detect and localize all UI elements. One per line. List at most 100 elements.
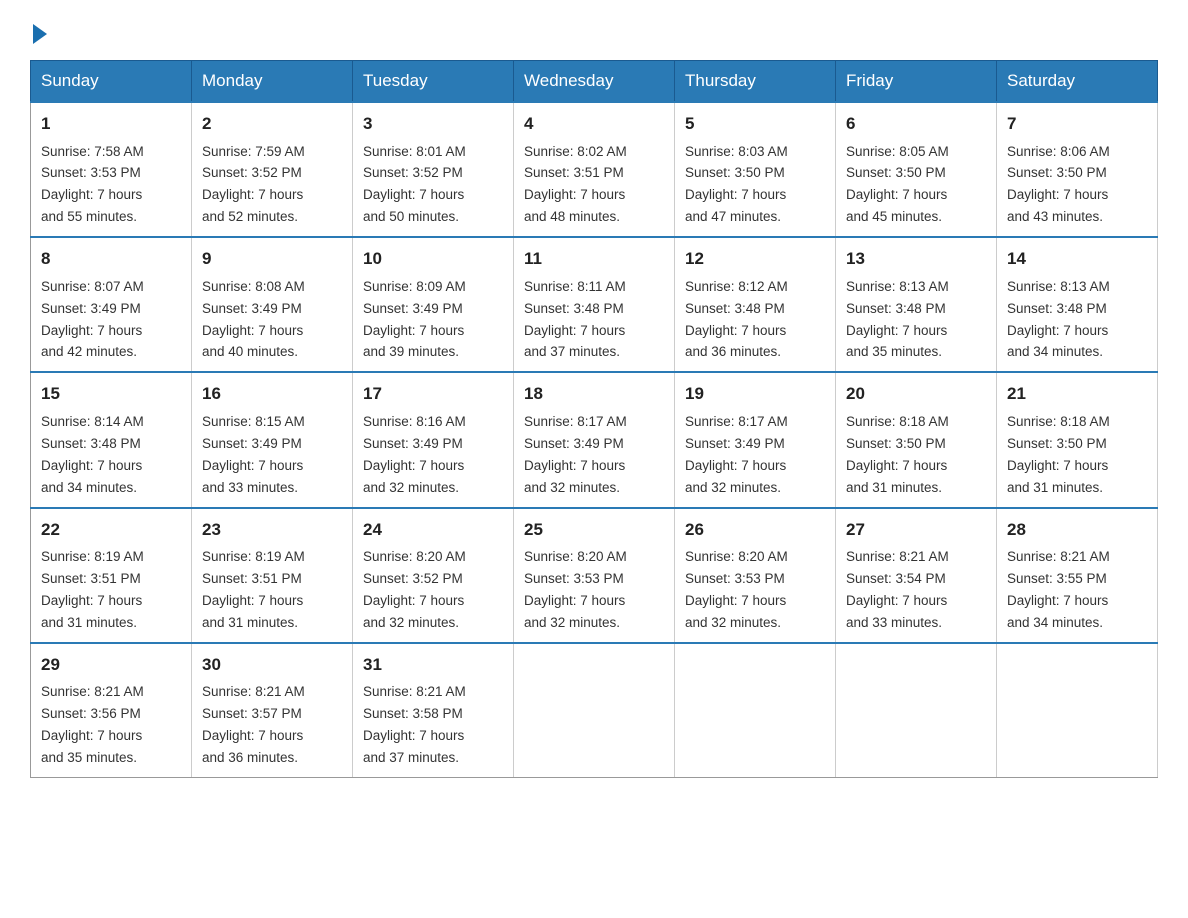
calendar-cell: 15 Sunrise: 8:14 AMSunset: 3:48 PMDaylig… xyxy=(31,372,192,507)
calendar-cell xyxy=(997,643,1158,778)
logo-arrow-icon xyxy=(33,24,47,44)
column-header-sunday: Sunday xyxy=(31,61,192,103)
day-info: Sunrise: 8:05 AMSunset: 3:50 PMDaylight:… xyxy=(846,144,949,225)
day-number: 20 xyxy=(846,381,986,407)
calendar-cell: 8 Sunrise: 8:07 AMSunset: 3:49 PMDayligh… xyxy=(31,237,192,372)
day-info: Sunrise: 8:19 AMSunset: 3:51 PMDaylight:… xyxy=(202,549,305,630)
calendar-table: SundayMondayTuesdayWednesdayThursdayFrid… xyxy=(30,60,1158,778)
calendar-cell: 26 Sunrise: 8:20 AMSunset: 3:53 PMDaylig… xyxy=(675,508,836,643)
day-info: Sunrise: 8:13 AMSunset: 3:48 PMDaylight:… xyxy=(846,279,949,360)
column-header-saturday: Saturday xyxy=(997,61,1158,103)
calendar-cell: 23 Sunrise: 8:19 AMSunset: 3:51 PMDaylig… xyxy=(192,508,353,643)
day-number: 14 xyxy=(1007,246,1147,272)
day-info: Sunrise: 8:20 AMSunset: 3:53 PMDaylight:… xyxy=(685,549,788,630)
day-number: 18 xyxy=(524,381,664,407)
calendar-cell: 30 Sunrise: 8:21 AMSunset: 3:57 PMDaylig… xyxy=(192,643,353,778)
day-info: Sunrise: 8:21 AMSunset: 3:56 PMDaylight:… xyxy=(41,684,144,765)
day-info: Sunrise: 7:59 AMSunset: 3:52 PMDaylight:… xyxy=(202,144,305,225)
day-info: Sunrise: 8:06 AMSunset: 3:50 PMDaylight:… xyxy=(1007,144,1110,225)
calendar-week-row: 29 Sunrise: 8:21 AMSunset: 3:56 PMDaylig… xyxy=(31,643,1158,778)
day-number: 21 xyxy=(1007,381,1147,407)
calendar-cell: 12 Sunrise: 8:12 AMSunset: 3:48 PMDaylig… xyxy=(675,237,836,372)
page-header xyxy=(30,20,1158,40)
calendar-cell: 2 Sunrise: 7:59 AMSunset: 3:52 PMDayligh… xyxy=(192,102,353,237)
day-info: Sunrise: 8:14 AMSunset: 3:48 PMDaylight:… xyxy=(41,414,144,495)
calendar-cell: 25 Sunrise: 8:20 AMSunset: 3:53 PMDaylig… xyxy=(514,508,675,643)
calendar-cell: 14 Sunrise: 8:13 AMSunset: 3:48 PMDaylig… xyxy=(997,237,1158,372)
day-info: Sunrise: 8:17 AMSunset: 3:49 PMDaylight:… xyxy=(524,414,627,495)
day-number: 8 xyxy=(41,246,181,272)
day-number: 29 xyxy=(41,652,181,678)
day-info: Sunrise: 8:21 AMSunset: 3:58 PMDaylight:… xyxy=(363,684,466,765)
calendar-cell: 29 Sunrise: 8:21 AMSunset: 3:56 PMDaylig… xyxy=(31,643,192,778)
day-number: 12 xyxy=(685,246,825,272)
day-info: Sunrise: 8:03 AMSunset: 3:50 PMDaylight:… xyxy=(685,144,788,225)
day-number: 1 xyxy=(41,111,181,137)
calendar-cell: 28 Sunrise: 8:21 AMSunset: 3:55 PMDaylig… xyxy=(997,508,1158,643)
day-number: 31 xyxy=(363,652,503,678)
calendar-cell: 27 Sunrise: 8:21 AMSunset: 3:54 PMDaylig… xyxy=(836,508,997,643)
day-number: 26 xyxy=(685,517,825,543)
day-number: 15 xyxy=(41,381,181,407)
column-header-friday: Friday xyxy=(836,61,997,103)
calendar-cell: 24 Sunrise: 8:20 AMSunset: 3:52 PMDaylig… xyxy=(353,508,514,643)
day-info: Sunrise: 8:12 AMSunset: 3:48 PMDaylight:… xyxy=(685,279,788,360)
calendar-cell: 10 Sunrise: 8:09 AMSunset: 3:49 PMDaylig… xyxy=(353,237,514,372)
calendar-cell: 18 Sunrise: 8:17 AMSunset: 3:49 PMDaylig… xyxy=(514,372,675,507)
day-info: Sunrise: 8:21 AMSunset: 3:54 PMDaylight:… xyxy=(846,549,949,630)
calendar-cell: 16 Sunrise: 8:15 AMSunset: 3:49 PMDaylig… xyxy=(192,372,353,507)
day-number: 16 xyxy=(202,381,342,407)
day-number: 17 xyxy=(363,381,503,407)
calendar-cell: 6 Sunrise: 8:05 AMSunset: 3:50 PMDayligh… xyxy=(836,102,997,237)
day-number: 5 xyxy=(685,111,825,137)
day-number: 7 xyxy=(1007,111,1147,137)
day-info: Sunrise: 8:01 AMSunset: 3:52 PMDaylight:… xyxy=(363,144,466,225)
day-info: Sunrise: 8:21 AMSunset: 3:57 PMDaylight:… xyxy=(202,684,305,765)
day-info: Sunrise: 8:08 AMSunset: 3:49 PMDaylight:… xyxy=(202,279,305,360)
calendar-cell: 22 Sunrise: 8:19 AMSunset: 3:51 PMDaylig… xyxy=(31,508,192,643)
day-info: Sunrise: 8:11 AMSunset: 3:48 PMDaylight:… xyxy=(524,279,626,360)
calendar-header-row: SundayMondayTuesdayWednesdayThursdayFrid… xyxy=(31,61,1158,103)
day-number: 22 xyxy=(41,517,181,543)
day-number: 13 xyxy=(846,246,986,272)
day-info: Sunrise: 8:07 AMSunset: 3:49 PMDaylight:… xyxy=(41,279,144,360)
day-info: Sunrise: 7:58 AMSunset: 3:53 PMDaylight:… xyxy=(41,144,144,225)
day-number: 9 xyxy=(202,246,342,272)
calendar-cell: 13 Sunrise: 8:13 AMSunset: 3:48 PMDaylig… xyxy=(836,237,997,372)
day-info: Sunrise: 8:20 AMSunset: 3:52 PMDaylight:… xyxy=(363,549,466,630)
day-number: 10 xyxy=(363,246,503,272)
calendar-cell: 19 Sunrise: 8:17 AMSunset: 3:49 PMDaylig… xyxy=(675,372,836,507)
day-info: Sunrise: 8:18 AMSunset: 3:50 PMDaylight:… xyxy=(1007,414,1110,495)
calendar-cell: 20 Sunrise: 8:18 AMSunset: 3:50 PMDaylig… xyxy=(836,372,997,507)
day-info: Sunrise: 8:21 AMSunset: 3:55 PMDaylight:… xyxy=(1007,549,1110,630)
calendar-cell: 31 Sunrise: 8:21 AMSunset: 3:58 PMDaylig… xyxy=(353,643,514,778)
day-info: Sunrise: 8:02 AMSunset: 3:51 PMDaylight:… xyxy=(524,144,627,225)
column-header-wednesday: Wednesday xyxy=(514,61,675,103)
calendar-cell: 3 Sunrise: 8:01 AMSunset: 3:52 PMDayligh… xyxy=(353,102,514,237)
day-info: Sunrise: 8:16 AMSunset: 3:49 PMDaylight:… xyxy=(363,414,466,495)
day-number: 23 xyxy=(202,517,342,543)
day-number: 3 xyxy=(363,111,503,137)
day-number: 24 xyxy=(363,517,503,543)
calendar-week-row: 15 Sunrise: 8:14 AMSunset: 3:48 PMDaylig… xyxy=(31,372,1158,507)
column-header-tuesday: Tuesday xyxy=(353,61,514,103)
day-info: Sunrise: 8:20 AMSunset: 3:53 PMDaylight:… xyxy=(524,549,627,630)
day-info: Sunrise: 8:15 AMSunset: 3:49 PMDaylight:… xyxy=(202,414,305,495)
calendar-cell: 9 Sunrise: 8:08 AMSunset: 3:49 PMDayligh… xyxy=(192,237,353,372)
day-info: Sunrise: 8:09 AMSunset: 3:49 PMDaylight:… xyxy=(363,279,466,360)
day-number: 11 xyxy=(524,246,664,272)
calendar-cell xyxy=(836,643,997,778)
column-header-thursday: Thursday xyxy=(675,61,836,103)
day-number: 2 xyxy=(202,111,342,137)
calendar-cell: 17 Sunrise: 8:16 AMSunset: 3:49 PMDaylig… xyxy=(353,372,514,507)
calendar-cell: 21 Sunrise: 8:18 AMSunset: 3:50 PMDaylig… xyxy=(997,372,1158,507)
day-info: Sunrise: 8:13 AMSunset: 3:48 PMDaylight:… xyxy=(1007,279,1110,360)
day-number: 6 xyxy=(846,111,986,137)
calendar-cell xyxy=(675,643,836,778)
logo xyxy=(30,20,47,40)
calendar-cell: 4 Sunrise: 8:02 AMSunset: 3:51 PMDayligh… xyxy=(514,102,675,237)
calendar-cell: 1 Sunrise: 7:58 AMSunset: 3:53 PMDayligh… xyxy=(31,102,192,237)
calendar-week-row: 1 Sunrise: 7:58 AMSunset: 3:53 PMDayligh… xyxy=(31,102,1158,237)
calendar-cell xyxy=(514,643,675,778)
day-number: 30 xyxy=(202,652,342,678)
